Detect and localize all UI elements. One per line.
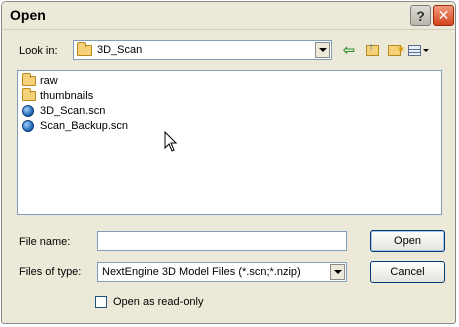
open-dialog: Open ? ✕ Look in: 3D_Scan ⇦ ✶ raw thumbn… xyxy=(1,1,456,324)
file-name: thumbnails xyxy=(40,90,94,102)
new-folder-icon: ✶ xyxy=(387,44,406,56)
mouse-cursor-icon xyxy=(164,131,178,152)
file-name-label: File name: xyxy=(19,236,71,248)
file-type-value: NextEngine 3D Model Files (*.scn;*.nzip) xyxy=(102,266,301,278)
chevron-down-icon[interactable] xyxy=(330,264,345,280)
open-button[interactable]: Open xyxy=(370,230,445,252)
look-in-label: Look in: xyxy=(19,45,58,57)
back-icon: ⇦ xyxy=(342,42,356,59)
chevron-down-icon[interactable] xyxy=(315,42,330,58)
create-new-folder-button[interactable]: ✶ xyxy=(385,42,406,58)
list-item-folder[interactable]: raw xyxy=(21,73,58,88)
file-name: raw xyxy=(40,75,58,87)
look-in-dropdown[interactable]: 3D_Scan xyxy=(73,40,332,60)
views-menu-icon xyxy=(407,44,421,56)
file-name-input[interactable] xyxy=(97,231,347,251)
list-item-file[interactable]: Scan_Backup.scn xyxy=(21,119,128,133)
title-bar[interactable]: Open ? ✕ xyxy=(2,2,455,30)
folder-icon xyxy=(77,42,92,56)
read-only-option[interactable]: Open as read-only xyxy=(95,296,204,308)
scn-file-icon xyxy=(22,120,34,132)
up-folder-icon xyxy=(365,42,379,56)
read-only-checkbox[interactable] xyxy=(95,296,107,308)
folder-icon xyxy=(22,73,36,86)
close-button[interactable]: ✕ xyxy=(433,5,454,26)
file-type-dropdown[interactable]: NextEngine 3D Model Files (*.scn;*.nzip) xyxy=(97,262,347,282)
close-icon: ✕ xyxy=(437,7,450,23)
view-menu-button[interactable] xyxy=(406,42,430,58)
list-item-folder[interactable]: thumbnails xyxy=(21,88,94,103)
read-only-label: Open as read-only xyxy=(113,296,204,308)
folder-icon xyxy=(22,88,36,101)
up-one-level-button[interactable] xyxy=(363,42,381,58)
list-item-file[interactable]: 3D_Scan.scn xyxy=(21,104,105,118)
back-button[interactable]: ⇦ xyxy=(340,42,358,59)
help-button[interactable]: ? xyxy=(410,5,431,26)
file-name: Scan_Backup.scn xyxy=(40,120,129,132)
file-type-label: Files of type: xyxy=(19,266,82,278)
look-in-value: 3D_Scan xyxy=(97,44,143,56)
dialog-title: Open xyxy=(10,7,46,23)
file-name: 3D_Scan.scn xyxy=(40,105,106,117)
help-icon: ? xyxy=(416,7,425,24)
chevron-down-icon xyxy=(422,48,429,52)
scn-file-icon xyxy=(22,105,34,117)
cancel-button[interactable]: Cancel xyxy=(370,261,445,283)
file-list[interactable]: raw thumbnails 3D_Scan.scn Scan_Backup.s… xyxy=(17,70,442,215)
